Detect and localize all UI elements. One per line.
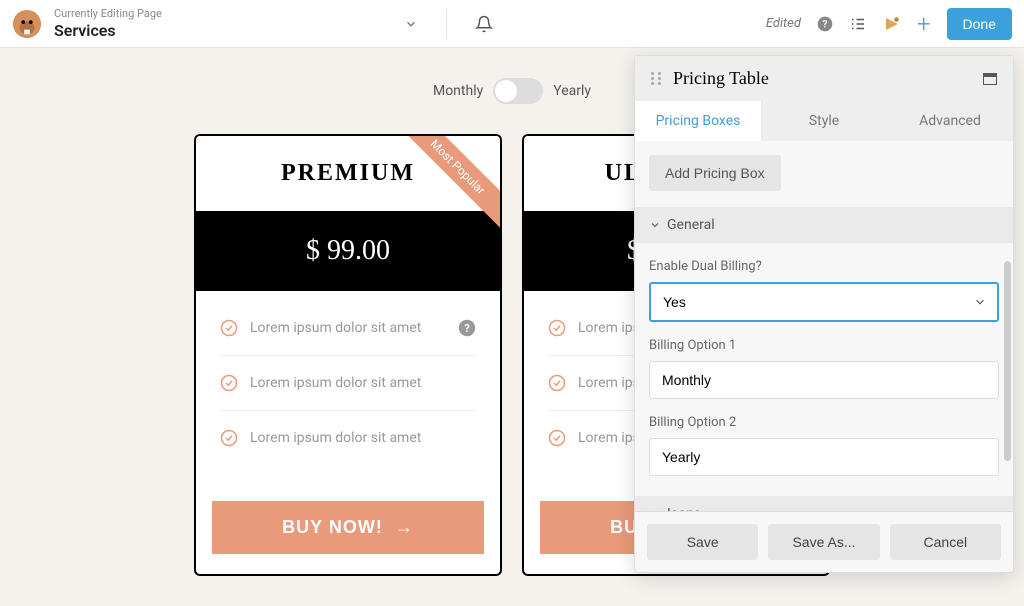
pricing-card: PREMIUM Most Popular $ 99.00 Lorem ipsum… (194, 134, 502, 576)
chevron-down-icon[interactable] (404, 17, 418, 31)
page-title: Services (54, 21, 162, 40)
notification-bell-icon[interactable] (475, 15, 493, 33)
scrollbar[interactable] (1004, 261, 1011, 461)
panel-footer: Save Save As... Cancel (635, 511, 1013, 572)
toggle-label-1: Monthly (433, 83, 483, 99)
section-general[interactable]: General (635, 207, 1013, 243)
settings-panel: Pricing Table Pricing Boxes Style Advanc… (634, 55, 1014, 573)
editing-label: Currently Editing Page (54, 7, 162, 20)
billing-toggle: Monthly Yearly (433, 78, 591, 104)
beaver-logo-icon (12, 9, 42, 39)
media-icon[interactable] (883, 15, 901, 33)
save-as-button[interactable]: Save As... (768, 524, 879, 560)
field-label: Enable Dual Billing? (649, 259, 999, 274)
top-toolbar: Currently Editing Page Services Edited ?… (0, 0, 1024, 48)
field-label: Billing Option 2 (649, 415, 999, 430)
cancel-button[interactable]: Cancel (890, 524, 1001, 560)
card-price: $ 99.00 (196, 211, 500, 291)
field-label: Billing Option 1 (649, 338, 999, 353)
done-button[interactable]: Done (947, 8, 1012, 40)
section-label: General (667, 217, 715, 233)
feature-item: Lorem ipsum dolor sit amet (220, 356, 476, 411)
feature-text: Lorem ipsum dolor sit amet (250, 430, 421, 446)
feature-text: Lorem ipsum dolor sit amet (250, 375, 421, 391)
billing-option-1-input[interactable] (649, 361, 999, 399)
help-icon[interactable]: ? (458, 319, 476, 337)
tab-advanced[interactable]: Advanced (887, 101, 1013, 141)
svg-text:?: ? (822, 19, 827, 30)
check-circle-icon (548, 374, 566, 392)
check-circle-icon (220, 429, 238, 447)
save-button[interactable]: Save (647, 524, 758, 560)
buy-now-button[interactable]: BUY NOW! → (212, 501, 484, 554)
chevron-down-icon (649, 219, 661, 231)
check-circle-icon (548, 429, 566, 447)
toggle-label-2: Yearly (553, 83, 591, 99)
tab-pricing-boxes[interactable]: Pricing Boxes (635, 101, 761, 141)
window-icon[interactable] (983, 73, 997, 85)
feature-item: Lorem ipsum dolor sit amet ? (220, 301, 476, 356)
section-label: Icons (667, 506, 701, 511)
help-icon[interactable]: ? (817, 16, 833, 32)
add-button[interactable]: + (917, 10, 931, 38)
feature-item: Lorem ipsum dolor sit amet (220, 411, 476, 465)
check-circle-icon (220, 374, 238, 392)
panel-tabs: Pricing Boxes Style Advanced (635, 101, 1013, 141)
panel-header[interactable]: Pricing Table (635, 56, 1013, 101)
tab-style[interactable]: Style (761, 101, 887, 141)
divider (446, 9, 447, 39)
check-circle-icon (548, 319, 566, 337)
outline-icon[interactable] (849, 15, 867, 33)
page-info[interactable]: Currently Editing Page Services (54, 7, 162, 39)
add-pricing-box-button[interactable]: Add Pricing Box (649, 155, 781, 191)
feature-text: Lorem ipsum dolor sit amet (250, 320, 421, 336)
chevron-right-icon (649, 508, 661, 511)
toggle-switch[interactable] (493, 78, 543, 104)
panel-body: Add Pricing Box General Enable Dual Bill… (635, 141, 1013, 511)
billing-option-2-input[interactable] (649, 438, 999, 476)
enable-dual-billing-select[interactable]: Yes (649, 282, 999, 322)
svg-text:?: ? (464, 322, 470, 335)
check-circle-icon (220, 319, 238, 337)
panel-title: Pricing Table (673, 68, 983, 89)
drag-handle-icon[interactable] (651, 72, 663, 85)
section-icons[interactable]: Icons (635, 496, 1013, 511)
edited-status: Edited (766, 16, 801, 31)
